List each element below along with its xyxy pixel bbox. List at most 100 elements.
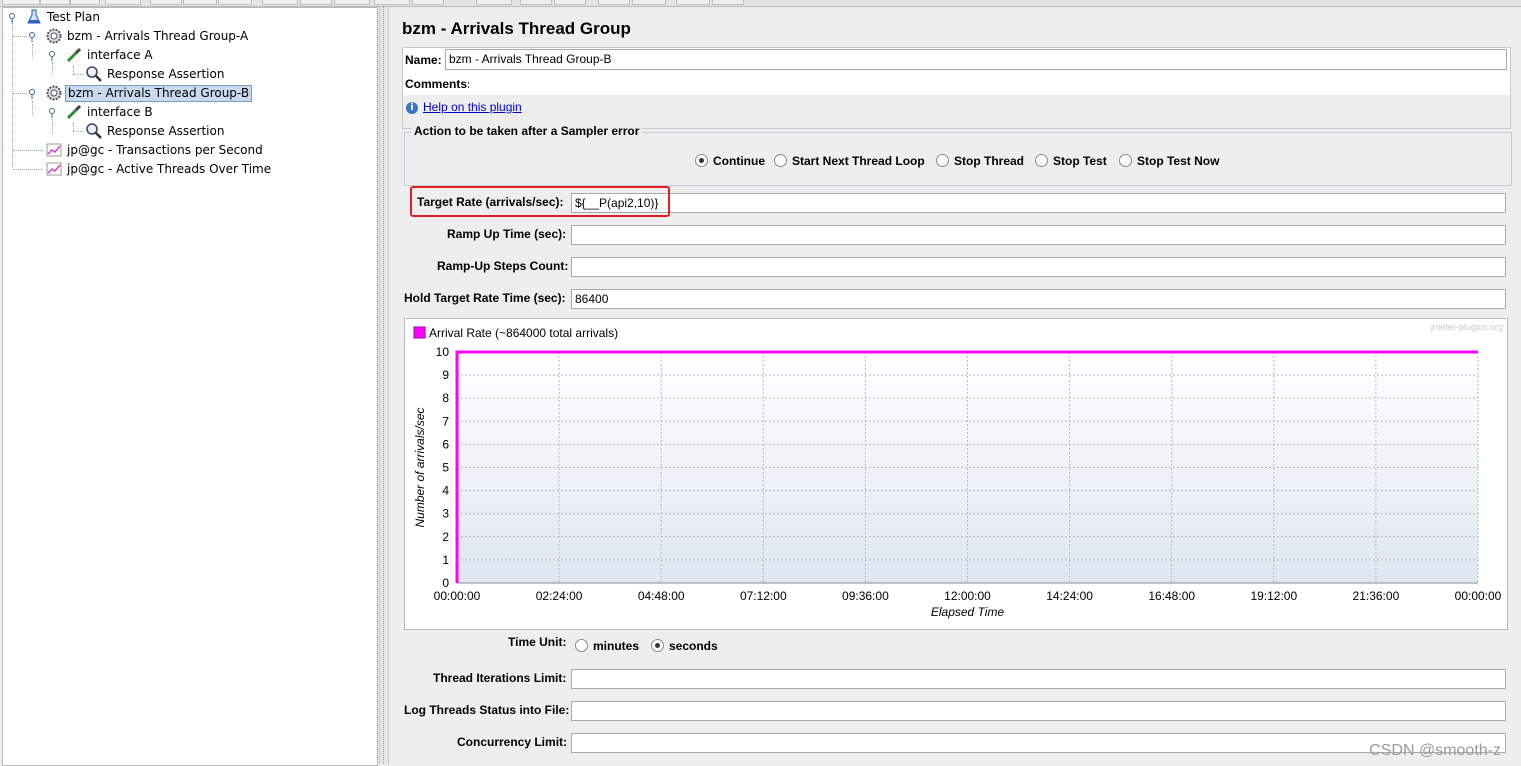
y-axis-title: Number of arrivals/sec	[413, 407, 427, 527]
radio-selected-icon	[695, 154, 708, 167]
expand-handle-icon[interactable]	[28, 32, 36, 42]
x-tick-label: 02:24:00	[536, 589, 583, 603]
radio-label: minutes	[593, 639, 640, 653]
tree-item-interface-b[interactable]: interface B	[85, 103, 155, 121]
name-field[interactable]: bzm - Arrivals Thread Group-B	[445, 49, 1507, 70]
radio-unselected-icon	[1035, 154, 1048, 167]
graph-icon	[46, 162, 62, 176]
toolbar-button[interactable]	[712, 0, 744, 5]
splitter-grip[interactable]	[383, 7, 386, 764]
comments-field[interactable]	[469, 74, 1507, 94]
toolbar	[0, 0, 1521, 7]
tree-item-thread-group-b[interactable]: bzm - Arrivals Thread Group-B	[65, 84, 253, 102]
gear-icon	[46, 85, 62, 101]
toolbar-button[interactable]	[218, 0, 252, 5]
tree-item-response-assertion[interactable]: Response Assertion	[105, 65, 226, 83]
test-plan-tree: Test Plan bzm - Arrivals Thread Group-A …	[2, 7, 378, 766]
radio-label: Stop Test	[1053, 154, 1107, 168]
toolbar-button[interactable]	[40, 0, 70, 5]
y-tick-label: 7	[442, 414, 449, 428]
iterations-limit-label: Thread Iterations Limit:	[433, 671, 567, 685]
y-tick-label: 9	[442, 368, 449, 382]
radio-minutes[interactable]: minutes	[575, 639, 639, 653]
error-action-legend: Action to be taken after a Sampler error	[411, 124, 643, 138]
x-tick-label: 21:36:00	[1353, 589, 1400, 603]
tree-connector	[73, 66, 74, 74]
gear-icon	[46, 28, 62, 44]
tree-connector	[73, 123, 74, 131]
toolbar-button[interactable]	[150, 0, 182, 5]
log-threads-field[interactable]	[571, 701, 1506, 721]
x-tick-label: 14:24:00	[1046, 589, 1093, 603]
tree-item-label: jp@gc - Active Threads Over Time	[67, 162, 272, 176]
toolbar-button[interactable]	[632, 0, 666, 5]
tree-item-thread-group-a[interactable]: bzm - Arrivals Thread Group-A	[65, 27, 250, 45]
hold-time-field[interactable]: 86400	[571, 289, 1506, 309]
y-tick-label: 8	[442, 391, 449, 405]
tree-item-label: Response Assertion	[107, 67, 225, 81]
x-tick-label: 07:12:00	[740, 589, 787, 603]
toolbar-button[interactable]	[70, 0, 100, 5]
legend-swatch	[413, 326, 426, 339]
expand-handle-icon[interactable]	[28, 89, 36, 99]
magnifier-icon	[86, 66, 102, 82]
radio-seconds[interactable]: seconds	[651, 639, 718, 653]
pipette-icon	[66, 104, 82, 120]
toolbar-button[interactable]	[300, 0, 332, 5]
target-rate-field[interactable]: ${__P(api2,10)}	[571, 193, 1506, 213]
radio-continue[interactable]: Continue	[695, 154, 765, 168]
expand-handle-icon[interactable]	[48, 51, 56, 61]
tree-connector	[52, 62, 53, 76]
radio-stop-thread[interactable]: Stop Thread	[936, 154, 1024, 168]
tree-connector	[12, 20, 13, 168]
ramp-up-steps-label: Ramp-Up Steps Count:	[437, 259, 569, 273]
iterations-limit-field[interactable]	[571, 669, 1506, 689]
radio-stop-test[interactable]: Stop Test	[1035, 154, 1107, 168]
x-tick-label: 00:00:00	[1455, 589, 1502, 603]
toolbar-button[interactable]	[105, 0, 141, 5]
pane-splitter[interactable]	[379, 7, 389, 764]
x-tick-label: 09:36:00	[842, 589, 889, 603]
flask-icon	[27, 9, 41, 24]
expand-handle-icon[interactable]	[8, 13, 16, 23]
log-threads-label: Log Threads Status into File:	[404, 703, 570, 717]
tree-item-response-assertion[interactable]: Response Assertion	[105, 122, 226, 140]
toolbar-button[interactable]	[598, 0, 630, 5]
toolbar-button[interactable]	[412, 0, 444, 5]
radio-selected-icon	[651, 639, 664, 652]
tree-item-label: jp@gc - Transactions per Second	[67, 143, 263, 157]
radio-unselected-icon	[575, 639, 588, 652]
tree-item-active-threads[interactable]: jp@gc - Active Threads Over Time	[65, 160, 273, 178]
tree-connector	[73, 131, 83, 132]
time-unit-label: Time Unit:	[508, 635, 567, 649]
ramp-up-time-field[interactable]	[571, 225, 1506, 245]
graph-icon	[46, 143, 62, 157]
toolbar-button[interactable]	[476, 0, 512, 5]
concurrency-limit-field[interactable]	[571, 733, 1506, 753]
legend-label: Arrival Rate (~864000 total arrivals)	[429, 326, 618, 340]
y-tick-label: 4	[442, 484, 449, 498]
tree-item-test-plan[interactable]: Test Plan	[45, 8, 102, 26]
toolbar-button[interactable]	[2, 0, 40, 5]
toolbar-button[interactable]	[374, 0, 410, 5]
expand-handle-icon[interactable]	[48, 108, 56, 118]
radio-unselected-icon	[774, 154, 787, 167]
y-tick-label: 10	[436, 345, 450, 359]
toolbar-button[interactable]	[676, 0, 710, 5]
comments-label: Comments:	[405, 77, 472, 91]
toolbar-button[interactable]	[520, 0, 552, 5]
tree-connector	[13, 169, 43, 170]
tree-item-interface-a[interactable]: interface A	[85, 46, 155, 64]
help-link[interactable]: Help on this plugin	[423, 100, 522, 114]
radio-label: seconds	[669, 639, 718, 653]
page-title: bzm - Arrivals Thread Group	[402, 19, 631, 38]
tree-item-transactions-per-second[interactable]: jp@gc - Transactions per Second	[65, 141, 265, 159]
radio-stop-test-now[interactable]: Stop Test Now	[1119, 154, 1219, 168]
toolbar-button[interactable]	[183, 0, 217, 5]
radio-start-next-thread-loop[interactable]: Start Next Thread Loop	[774, 154, 925, 168]
toolbar-button[interactable]	[554, 0, 586, 5]
y-tick-label: 1	[442, 553, 449, 567]
ramp-up-steps-field[interactable]	[571, 257, 1506, 277]
toolbar-button[interactable]	[334, 0, 370, 5]
toolbar-button[interactable]	[262, 0, 298, 5]
